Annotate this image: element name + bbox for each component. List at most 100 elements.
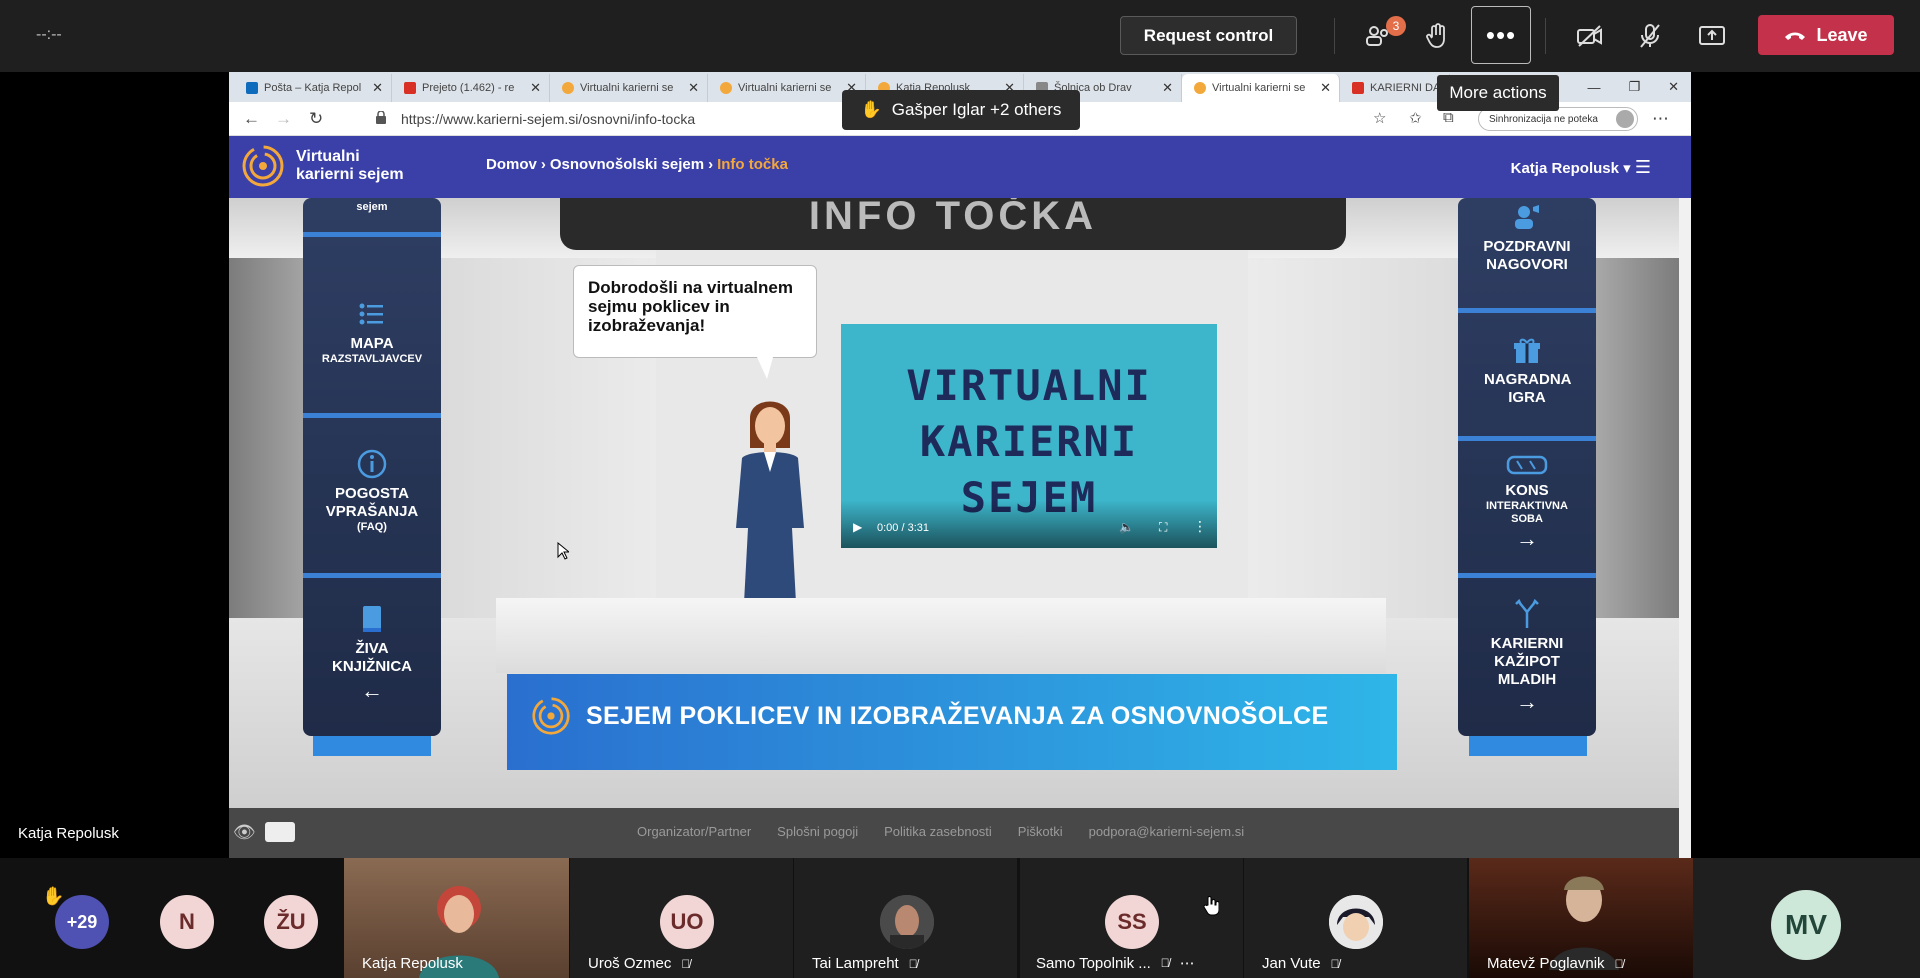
close-icon[interactable]: ✕ xyxy=(1320,80,1331,96)
close-icon[interactable]: ✕ xyxy=(530,80,541,96)
footer-link[interactable]: Piškotki xyxy=(1018,824,1063,839)
participant-tile[interactable]: N xyxy=(155,858,255,978)
booth-counter xyxy=(496,598,1386,673)
browser-tab[interactable]: Prejeto (1.462) - re ✕ xyxy=(392,74,550,102)
banner-text: SEJEM POKLICEV IN IZOBRAŽEVANJA ZA OSNOV… xyxy=(586,702,1329,730)
breadcrumb-fair[interactable]: Osnovnošolski sejem xyxy=(550,156,704,173)
vr-goggles-icon xyxy=(1506,455,1548,475)
camera-off-icon[interactable] xyxy=(1568,14,1612,58)
breadcrumb-current: Info točka xyxy=(717,156,788,173)
close-icon[interactable]: ✕ xyxy=(1162,80,1173,96)
footer-link[interactable]: Splošni pogoji xyxy=(777,824,858,839)
hamburger-menu-icon[interactable]: ☰ xyxy=(1635,157,1651,177)
welcome-speeches-button[interactable]: POZDRAVNI NAGOVORI xyxy=(1458,203,1596,274)
favorite-star-icon[interactable]: ☆ xyxy=(1373,109,1386,127)
site-logo-icon[interactable] xyxy=(241,144,285,188)
faq-button[interactable]: POGOSTA VPRAŠANJA (FAQ) xyxy=(303,448,441,534)
living-library-button[interactable]: ŽIVA KNJIŽNICA ← xyxy=(303,603,441,702)
panel-divider xyxy=(303,413,441,418)
forward-icon[interactable]: → xyxy=(275,109,292,129)
leave-label: Leave xyxy=(1816,24,1868,45)
more-actions-button[interactable]: ••• xyxy=(1471,6,1531,64)
request-control-button[interactable]: Request control xyxy=(1120,16,1297,55)
footer-links: Organizator/Partner Splošni pogoji Polit… xyxy=(637,824,1244,839)
footer-link[interactable]: podpora@karierni-sejem.si xyxy=(1089,824,1245,839)
footer-link[interactable]: Politika zasebnosti xyxy=(884,824,992,839)
share-screen-icon[interactable] xyxy=(1690,14,1734,58)
participant-video-tile[interactable]: Matevž Poglavnik 🎙̸ xyxy=(1469,858,1693,978)
participant-tile[interactable]: ŽU xyxy=(260,858,340,978)
participant-tile[interactable]: Jan Vute 🎙̸ xyxy=(1244,858,1467,978)
participant-overflow[interactable]: ✋ +29 xyxy=(0,858,120,978)
raise-hand-icon[interactable] xyxy=(1416,14,1460,58)
participant-video-tile[interactable]: Katja Repolusk xyxy=(344,858,569,978)
browser-tab-active[interactable]: Virtualni karierni se ✕ xyxy=(1182,74,1340,102)
more-options-icon[interactable]: ⋯ xyxy=(1180,954,1195,972)
map-exhibitors-button[interactable]: MAPA RAZSTAVLJAVCEV xyxy=(303,298,441,366)
collections-icon[interactable]: ⧉ xyxy=(1443,109,1454,126)
mic-off-icon: 🎙̸ xyxy=(1330,956,1340,971)
arrow-left-icon[interactable]: ← xyxy=(303,680,441,702)
favorites-icon[interactable]: ✩ xyxy=(1409,109,1422,127)
info-sign-text: INFO TOČKA xyxy=(808,198,1098,238)
close-icon[interactable]: ✕ xyxy=(372,80,383,96)
video-controls: ▶ 0:00 / 3:31 🔈 ⛶ ⋮ xyxy=(841,500,1217,548)
kons-interactive-room-button[interactable]: KONS INTERAKTIVNA SOBA → xyxy=(1458,453,1596,550)
leave-button[interactable]: Leave xyxy=(1758,15,1894,55)
arrow-right-icon[interactable]: → xyxy=(1458,528,1596,550)
toggle-button[interactable] xyxy=(265,822,295,842)
participant-tile[interactable]: Tai Lampreht 🎙̸ xyxy=(794,858,1017,978)
user-menu[interactable]: Katja Repolusk ▾ ☰ xyxy=(1511,157,1651,178)
browser-tab[interactable]: Pošta – Katja Repol ✕ xyxy=(234,74,392,102)
video-title-line: VIRTUALNI xyxy=(906,361,1152,410)
participant-tile[interactable]: UO Uroš Ozmec 🎙̸ xyxy=(570,858,793,978)
overflow-count: +29 xyxy=(55,895,109,949)
participant-tile[interactable]: MV xyxy=(1693,858,1920,978)
close-icon[interactable]: ✕ xyxy=(688,80,699,96)
participant-avatar: SS xyxy=(1105,895,1159,949)
info-icon xyxy=(357,449,387,479)
eye-icon[interactable]: 👁 xyxy=(233,822,256,843)
volume-icon[interactable]: 🔈 xyxy=(1119,520,1134,534)
panel-item-title: KARIERNI KAŽIPOT MLADIH xyxy=(1490,635,1564,688)
tab-label: Prejeto (1.462) - re xyxy=(422,82,515,94)
reload-icon[interactable]: ↻ xyxy=(309,109,323,129)
browser-menu-icon[interactable]: ⋯ xyxy=(1652,109,1669,129)
gmail-icon xyxy=(404,82,416,94)
footer-link[interactable]: Organizator/Partner xyxy=(637,824,751,839)
fullscreen-icon[interactable]: ⛶ xyxy=(1159,520,1167,535)
video-menu-icon[interactable]: ⋮ xyxy=(1193,518,1207,535)
mic-off-icon[interactable] xyxy=(1628,14,1672,58)
tab-label: Virtualni karierni se xyxy=(580,82,674,94)
participant-name-row: Matevž Poglavnik 🎙̸ xyxy=(1487,955,1624,972)
restore-icon[interactable]: ❐ xyxy=(1628,79,1640,95)
signpost-icon xyxy=(1515,598,1539,628)
pdf-icon xyxy=(1352,82,1364,94)
logo-line: Virtualni xyxy=(296,148,360,165)
hostess-avatar xyxy=(736,401,804,603)
minimize-icon[interactable]: — xyxy=(1587,80,1600,95)
raised-hand-icon: ✋ xyxy=(860,100,882,119)
intro-video-player[interactable]: VIRTUALNI KARIERNI SEJEM ▶ 0:00 / 3:31 🔈… xyxy=(841,324,1217,548)
browser-tab[interactable]: KARIERNI DA xyxy=(1340,74,1450,102)
banner-logo-icon xyxy=(532,697,570,735)
participant-tile[interactable]: SS Samo Topolnik ... 🎙̸ ⋯ xyxy=(1020,858,1243,978)
play-icon[interactable]: ▶ xyxy=(853,520,862,534)
close-window-icon[interactable]: ✕ xyxy=(1668,79,1679,95)
back-icon[interactable]: ← xyxy=(243,109,260,129)
career-signpost-button[interactable]: KARIERNI KAŽIPOT MLADIH → xyxy=(1458,598,1596,713)
breadcrumb-home[interactable]: Domov xyxy=(486,156,537,173)
sync-label: Sinhronizacija ne poteka xyxy=(1489,113,1598,125)
participant-avatar: N xyxy=(160,895,214,949)
url-field[interactable]: https://www.karierni-sejem.si/osnovni/in… xyxy=(401,111,695,127)
browser-tab[interactable]: Virtualni karierni se ✕ xyxy=(550,74,708,102)
panel-item-sub: (FAQ) xyxy=(357,521,387,533)
participant-name: Jan Vute xyxy=(1262,955,1321,972)
caret-down-icon: ▾ xyxy=(1623,160,1631,177)
panel-item-title: MAPA xyxy=(350,335,394,352)
prize-game-button[interactable]: NAGRADNA IGRA xyxy=(1458,336,1596,407)
participant-name: Uroš Ozmec xyxy=(588,955,672,972)
page-scrollbar[interactable] xyxy=(1679,198,1691,858)
arrow-right-icon[interactable]: → xyxy=(1458,691,1596,713)
site-logo-text[interactable]: Virtualni karierni sejem xyxy=(296,148,404,184)
